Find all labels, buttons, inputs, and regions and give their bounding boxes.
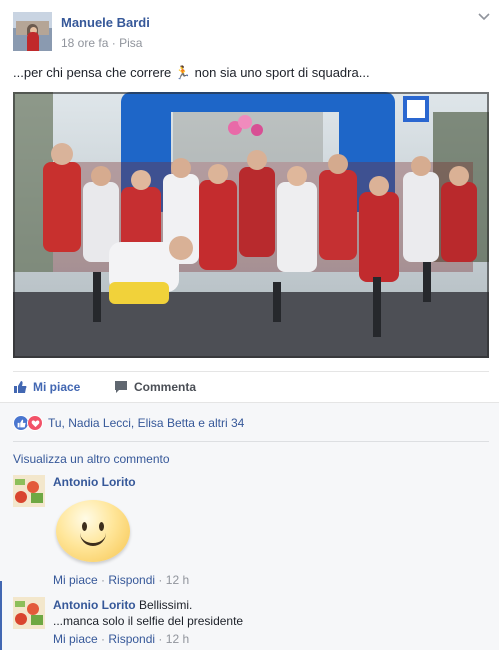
author-avatar[interactable] xyxy=(13,12,52,51)
action-separator: · xyxy=(158,573,166,587)
thumbs-up-icon xyxy=(14,381,27,393)
comment-time[interactable]: 12 h xyxy=(166,632,189,646)
post-text-after: non sia uno sport di squadra... xyxy=(191,65,370,80)
action-divider xyxy=(13,371,489,372)
comment-icon xyxy=(115,381,127,393)
meta-separator: · xyxy=(111,36,120,50)
view-more-comments-link[interactable]: Visualizza un altro commento xyxy=(13,452,170,466)
comment-button[interactable]: Commenta xyxy=(114,379,196,395)
comment-author[interactable]: Antonio Lorito xyxy=(53,598,136,612)
like-button-label: Mi piace xyxy=(33,380,81,394)
comment-actions: Mi piace · Rispondi · 12 h xyxy=(53,632,189,646)
comment-time[interactable]: 12 h xyxy=(166,573,189,587)
post-author[interactable]: Manuele Bardi xyxy=(61,15,150,30)
action-separator: · xyxy=(158,632,166,646)
group-photo[interactable] xyxy=(13,92,489,358)
like-button[interactable]: Mi piace xyxy=(13,379,80,395)
comment-author[interactable]: Antonio Lorito xyxy=(53,475,136,489)
comment-button-label: Commenta xyxy=(134,380,197,394)
reactions-text[interactable]: Tu, Nadia Lecci, Elisa Betta e altri 34 xyxy=(48,416,244,430)
comment-reply-link[interactable]: Rispondi xyxy=(108,632,155,646)
chevron-down-icon[interactable] xyxy=(478,12,490,22)
comment-text-line2: ...manca solo il selfie del presidente xyxy=(53,614,244,628)
post-meta: 18 ore fa · Pisa xyxy=(61,36,142,50)
smiley-sticker-icon xyxy=(56,500,130,562)
post-text-before: ...per chi pensa che correre xyxy=(13,65,175,80)
comment-reply-link[interactable]: Rispondi xyxy=(108,573,155,587)
post-location[interactable]: Pisa xyxy=(119,36,142,50)
comment-avatar[interactable] xyxy=(13,597,45,629)
love-reaction-icon xyxy=(27,415,43,431)
post-card: Manuele Bardi 18 ore fa · Pisa ...per ch… xyxy=(0,0,499,650)
comment-avatar[interactable] xyxy=(13,475,45,507)
comment-like-link[interactable]: Mi piace xyxy=(53,632,98,646)
post-time[interactable]: 18 ore fa xyxy=(61,36,108,50)
reactions-divider xyxy=(13,441,489,442)
comment-actions: Mi piace · Rispondi · 12 h xyxy=(53,573,189,587)
comment-text-line1: Bellissimi. xyxy=(138,598,193,612)
runner-emoji-icon: 🏃 xyxy=(174,66,192,81)
comment-like-link[interactable]: Mi piace xyxy=(53,573,98,587)
reactions-summary[interactable]: Tu, Nadia Lecci, Elisa Betta e altri 34 xyxy=(13,415,244,431)
post-text: ...per chi pensa che correre 🏃 non sia u… xyxy=(13,65,370,81)
new-comment-indicator xyxy=(0,581,2,650)
comment-body: Antonio Lorito Bellissimi. xyxy=(53,598,192,612)
